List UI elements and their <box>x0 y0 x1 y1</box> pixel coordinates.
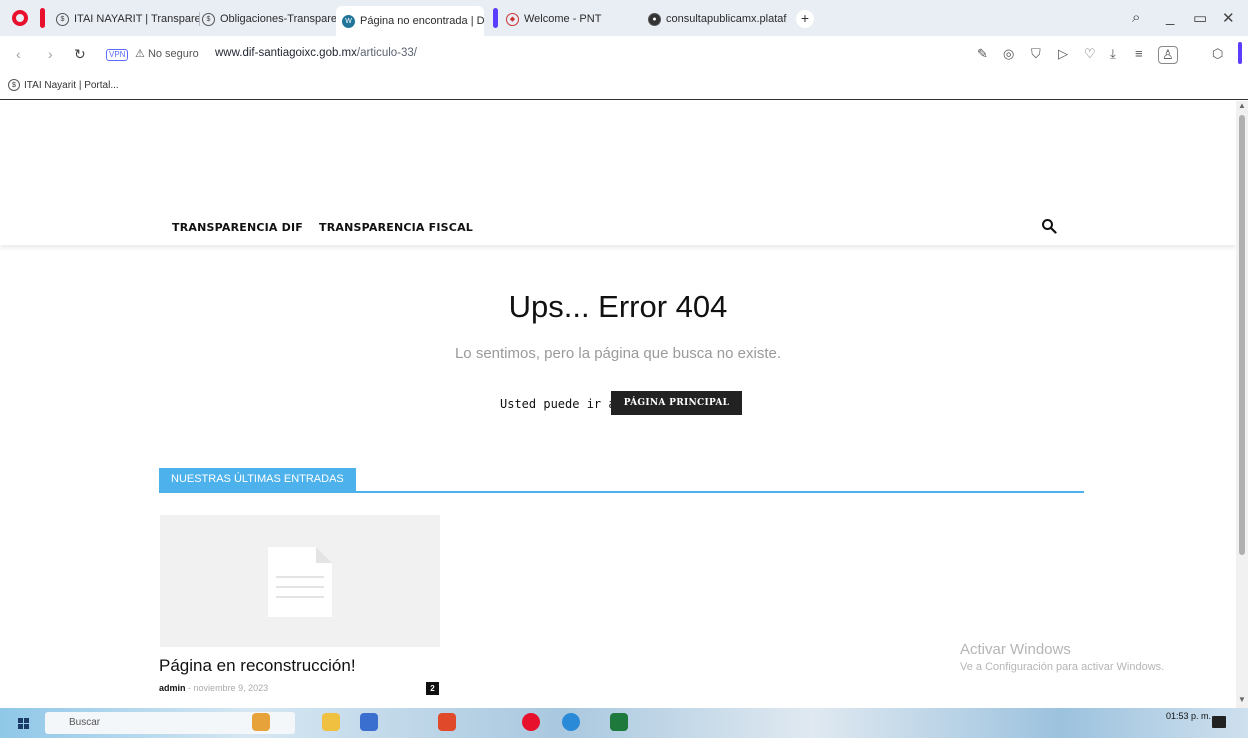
scroll-up-icon[interactable]: ▲ <box>1238 101 1246 110</box>
wordpress-icon: W <box>342 14 355 28</box>
camera-icon[interactable]: ◎ <box>1003 46 1014 62</box>
search-icon[interactable] <box>1041 218 1057 234</box>
send-icon[interactable]: ▷ <box>1058 46 1068 62</box>
bookmarks-bar: $ ITAI Nayarit | Portal... <box>0 72 1248 100</box>
security-indicator[interactable]: ⚠ No seguro <box>135 47 199 60</box>
pnt-icon: ◆ <box>506 12 519 26</box>
post-author[interactable]: admin <box>159 683 186 693</box>
post-date: noviembre 9, 2023 <box>193 683 269 693</box>
snap-icon[interactable]: ▭ <box>1193 9 1207 27</box>
page-scrollbar[interactable]: ▲ ▼ <box>1236 101 1248 708</box>
vpn-badge[interactable]: VPN <box>106 49 129 61</box>
tab-consultapublica[interactable]: ● consultapublicamx.platafo <box>642 7 787 31</box>
tab-pagina-no-encontrada[interactable]: W Página no encontrada | DI <box>336 6 484 36</box>
tab-title: consultapublicamx.platafo <box>666 13 787 25</box>
tab-title: Obligaciones-Transparenc <box>220 13 336 25</box>
url-field[interactable]: www.dif-santiagoixc.gob.mx/articulo-33/ <box>215 47 417 59</box>
sidebar-accent <box>1238 42 1242 64</box>
warning-icon: ⚠ <box>135 48 145 60</box>
opera-taskbar-icon[interactable] <box>522 713 540 731</box>
windows-activation-watermark: Activar Windows Ve a Configuración para … <box>960 641 1164 673</box>
edge-icon[interactable] <box>360 713 378 731</box>
latest-posts-label: NUESTRAS ÚLTIMAS ENTRADAS <box>159 468 356 491</box>
notification-icon[interactable] <box>1212 716 1226 728</box>
tab-title: Página no encontrada | DI <box>360 15 484 27</box>
excel-icon[interactable] <box>610 713 628 731</box>
scroll-thumb[interactable] <box>1239 115 1245 555</box>
new-tab-button[interactable]: + <box>796 10 814 28</box>
menu-transparencia-fiscal[interactable]: TRANSPARENCIA FISCAL <box>319 221 473 234</box>
latest-posts-heading: NUESTRAS ÚLTIMAS ENTRADAS <box>159 468 1084 493</box>
main-menu: TRANSPARENCIA DIF TRANSPARENCIA FISCAL <box>0 209 1236 245</box>
url-path: /articulo-33/ <box>356 47 417 59</box>
windows-taskbar: Buscar 01:53 p. m. <box>0 708 1248 738</box>
post-title-link[interactable]: Página en reconstrucción! <box>159 656 356 676</box>
edit-icon[interactable]: ✎ <box>977 46 988 62</box>
file-explorer-icon[interactable] <box>322 713 340 731</box>
forward-icon[interactable]: › <box>48 46 53 62</box>
back-icon[interactable]: ‹ <box>16 46 21 62</box>
sidebar-indicator <box>40 8 45 28</box>
bookmark-itai-portal[interactable]: $ ITAI Nayarit | Portal... <box>8 79 119 91</box>
go-to-text: Usted puede ir a <box>500 397 616 411</box>
url-host: www.dif-santiagoixc.gob.mx <box>215 47 357 59</box>
error-subtitle: Lo sentimos, pero la página que busca no… <box>454 345 782 362</box>
download-icon[interactable]: ⤓ <box>1110 46 1116 62</box>
minimize-icon[interactable]: _ <box>1166 9 1174 26</box>
comment-count-badge[interactable]: 2 <box>426 682 439 695</box>
globe-icon: ● <box>648 12 661 26</box>
cube-icon[interactable]: ⬡ <box>1212 46 1223 62</box>
itai-favicon-icon: $ <box>56 12 69 26</box>
profile-icon[interactable]: ♙ <box>1158 46 1178 64</box>
reload-icon[interactable]: ↻ <box>74 46 86 63</box>
error-title: Ups... Error 404 <box>508 289 728 324</box>
tab-title: Welcome - PNT <box>524 13 602 25</box>
close-icon[interactable]: ✕ <box>1222 9 1235 27</box>
tab-group-indicator <box>493 8 498 28</box>
tab-obligaciones[interactable]: $ Obligaciones-Transparenc <box>196 7 336 31</box>
bookmark-label: ITAI Nayarit | Portal... <box>24 79 119 91</box>
weather-icon[interactable] <box>252 713 270 731</box>
watermark-subtitle: Ve a Configuración para activar Windows. <box>960 661 1165 673</box>
home-page-button[interactable]: PÁGINA PRINCIPAL <box>611 391 742 415</box>
heart-icon[interactable]: ♡ <box>1084 46 1096 62</box>
itai-favicon-icon: $ <box>202 12 215 26</box>
watermark-title: Activar Windows <box>960 641 1071 658</box>
opera-logo-icon[interactable] <box>12 10 28 26</box>
menu-transparencia-dif[interactable]: TRANSPARENCIA DIF <box>172 221 303 234</box>
scroll-down-icon[interactable]: ▼ <box>1238 695 1246 704</box>
tab-welcome-pnt[interactable]: ◆ Welcome - PNT <box>500 7 640 31</box>
post-thumbnail[interactable] <box>160 515 440 647</box>
post-meta: admin - noviembre 9, 2023 <box>159 683 268 693</box>
tab-title: ITAI NAYARIT | Transparen <box>74 13 200 25</box>
windows-start-icon[interactable] <box>18 718 30 730</box>
tab-search-icon[interactable]: ⌕ <box>1132 9 1140 26</box>
document-placeholder-icon <box>268 547 332 617</box>
itai-favicon-icon: $ <box>8 79 20 91</box>
security-label: No seguro <box>147 48 199 60</box>
shield-icon[interactable]: ⛉ <box>1031 46 1041 62</box>
acrobat-icon[interactable] <box>438 713 456 731</box>
meta-separator: - <box>188 683 192 693</box>
tab-itai-nayarit[interactable]: $ ITAI NAYARIT | Transparen <box>50 7 200 31</box>
browser-taskbar-icon[interactable] <box>562 713 580 731</box>
page-viewport: TRANSPARENCIA DIF TRANSPARENCIA FISCAL U… <box>0 101 1248 708</box>
menu-lines-icon[interactable]: ≡ <box>1135 46 1143 61</box>
taskbar-clock[interactable]: 01:53 p. m. <box>1166 711 1211 721</box>
address-toolbar: ‹ › ↻ VPN ⚠ No seguro www.dif-santiagoix… <box>0 36 1248 72</box>
browser-tab-strip: $ ITAI NAYARIT | Transparen $ Obligacion… <box>0 0 1248 36</box>
